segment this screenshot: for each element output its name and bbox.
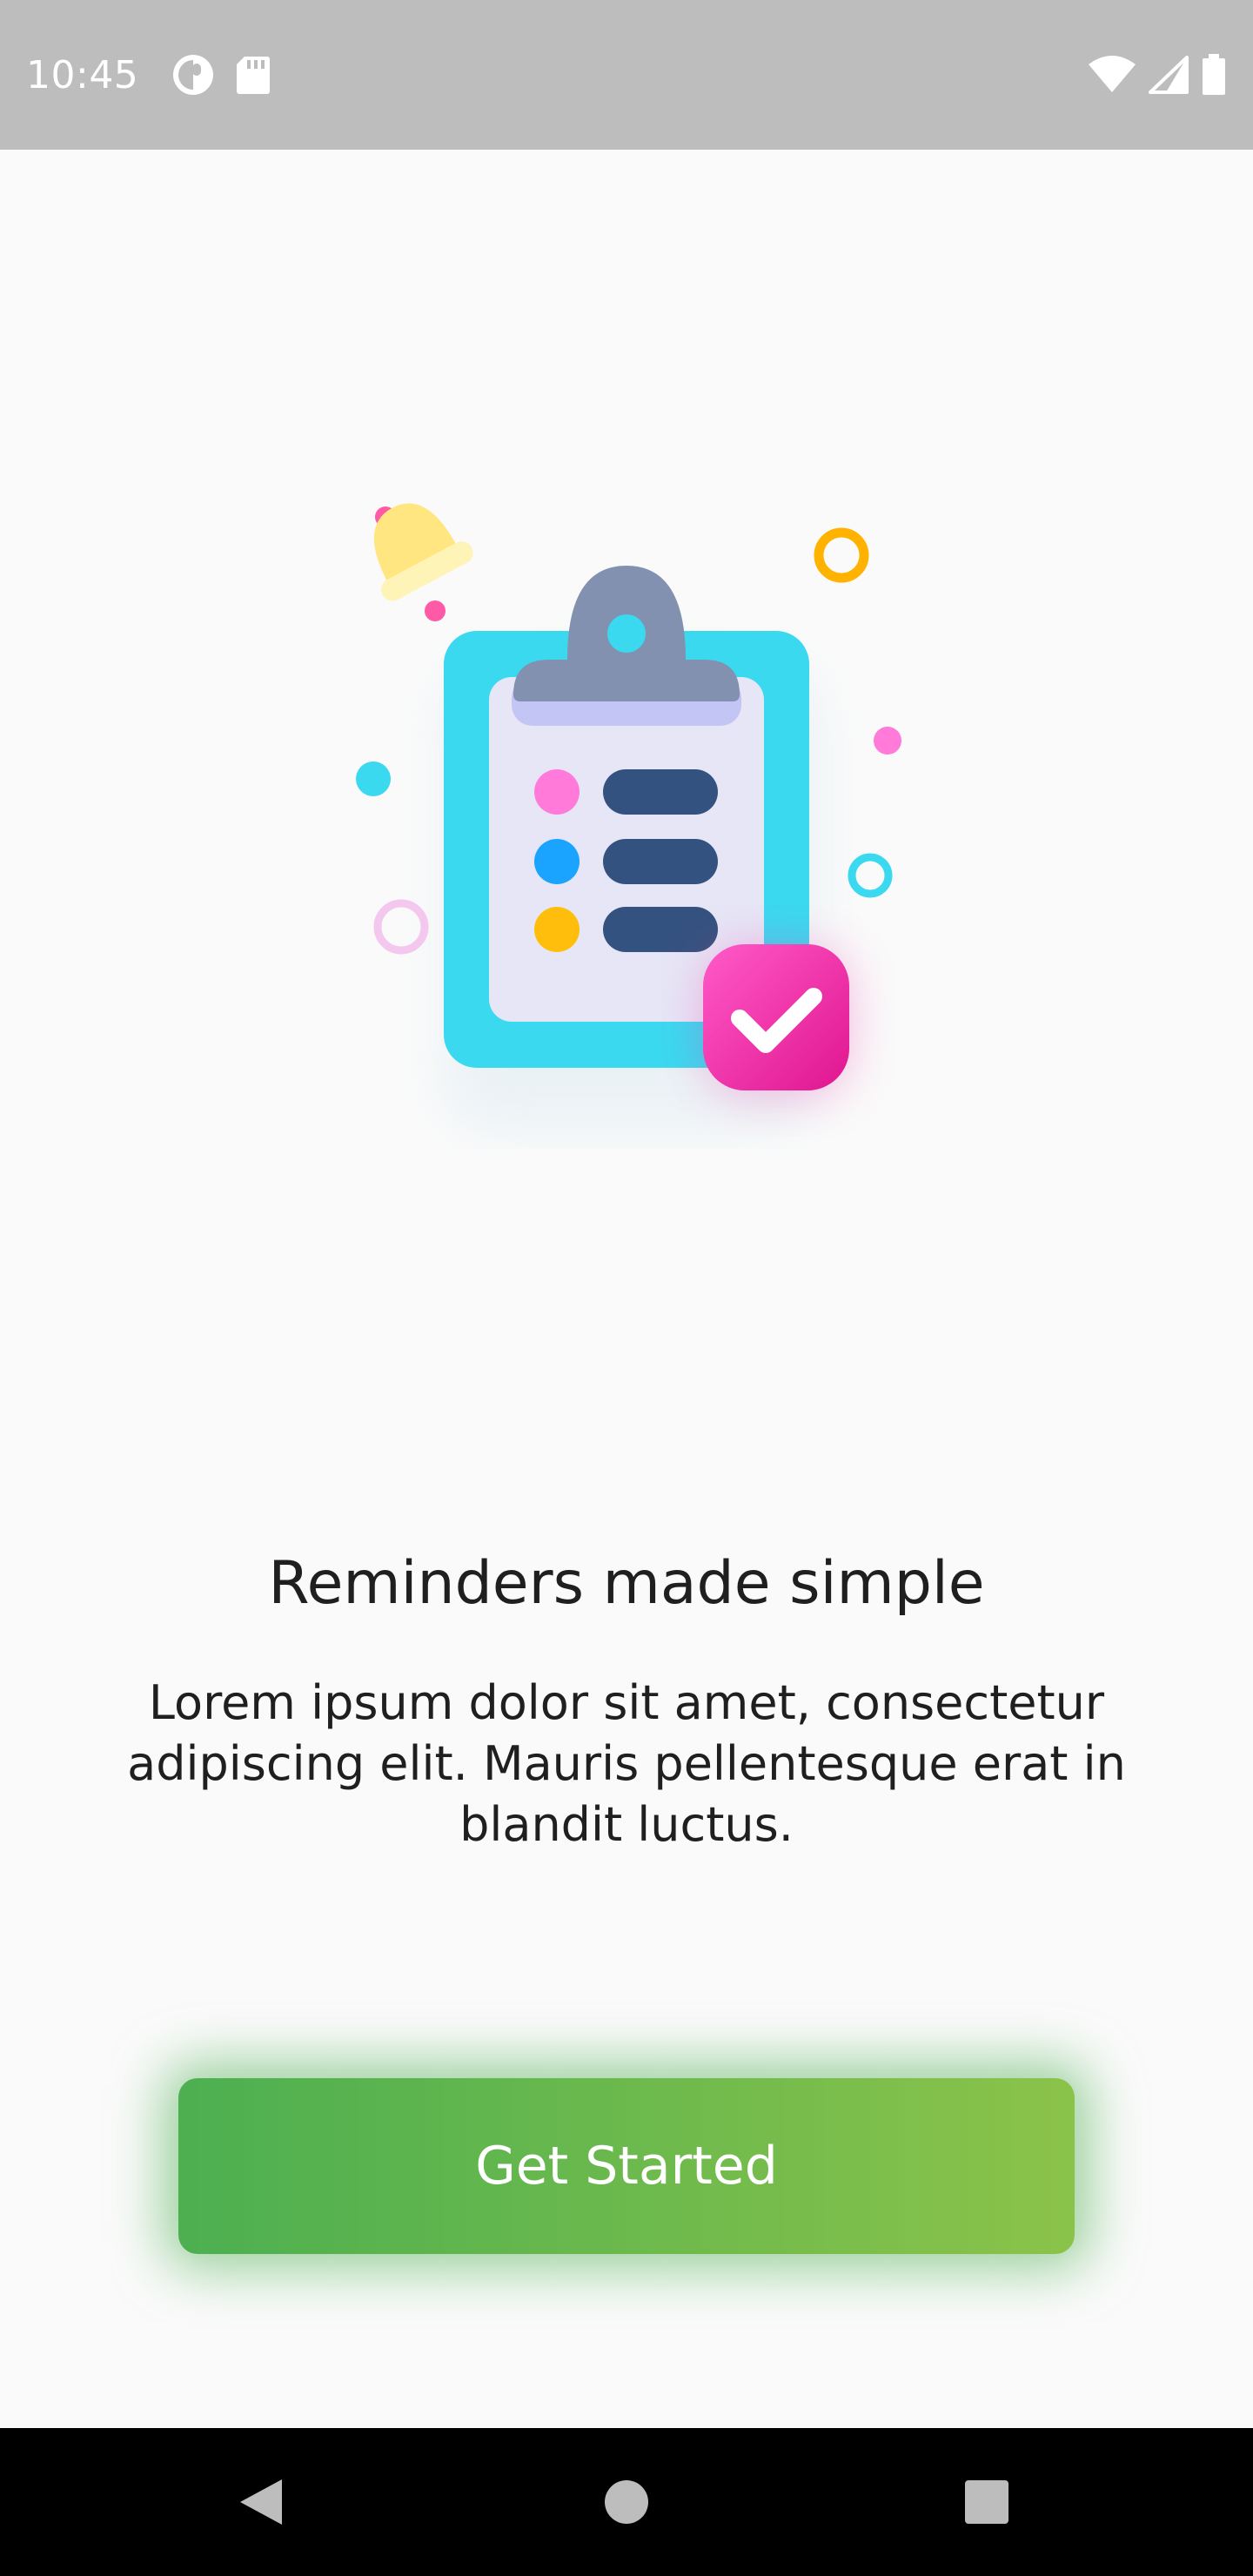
status-bar: 10:45 [0, 0, 1253, 150]
cell-signal-icon [1149, 56, 1189, 94]
battery-icon [1201, 54, 1227, 96]
status-left: 10:45 [26, 53, 271, 97]
status-time: 10:45 [26, 52, 139, 97]
home-icon[interactable] [548, 2428, 705, 2576]
back-icon[interactable] [183, 2428, 339, 2576]
onboarding-description: Lorem ipsum dolor sit amet, consectetur … [127, 1675, 1126, 1852]
bell-icon [373, 503, 473, 601]
wifi-icon [1088, 56, 1136, 94]
recents-icon[interactable] [908, 2428, 1065, 2576]
status-right [1088, 54, 1227, 96]
sd-card-icon [236, 55, 271, 95]
check-badge-icon [703, 944, 849, 1093]
data-saver-icon [171, 53, 215, 97]
navigation-bar [0, 2428, 1253, 2576]
clipboard-checklist-illustration [339, 487, 914, 1149]
onboarding-title: Reminders made simple [268, 1549, 985, 1618]
get-started-button[interactable]: Get Started [178, 2078, 1075, 2254]
